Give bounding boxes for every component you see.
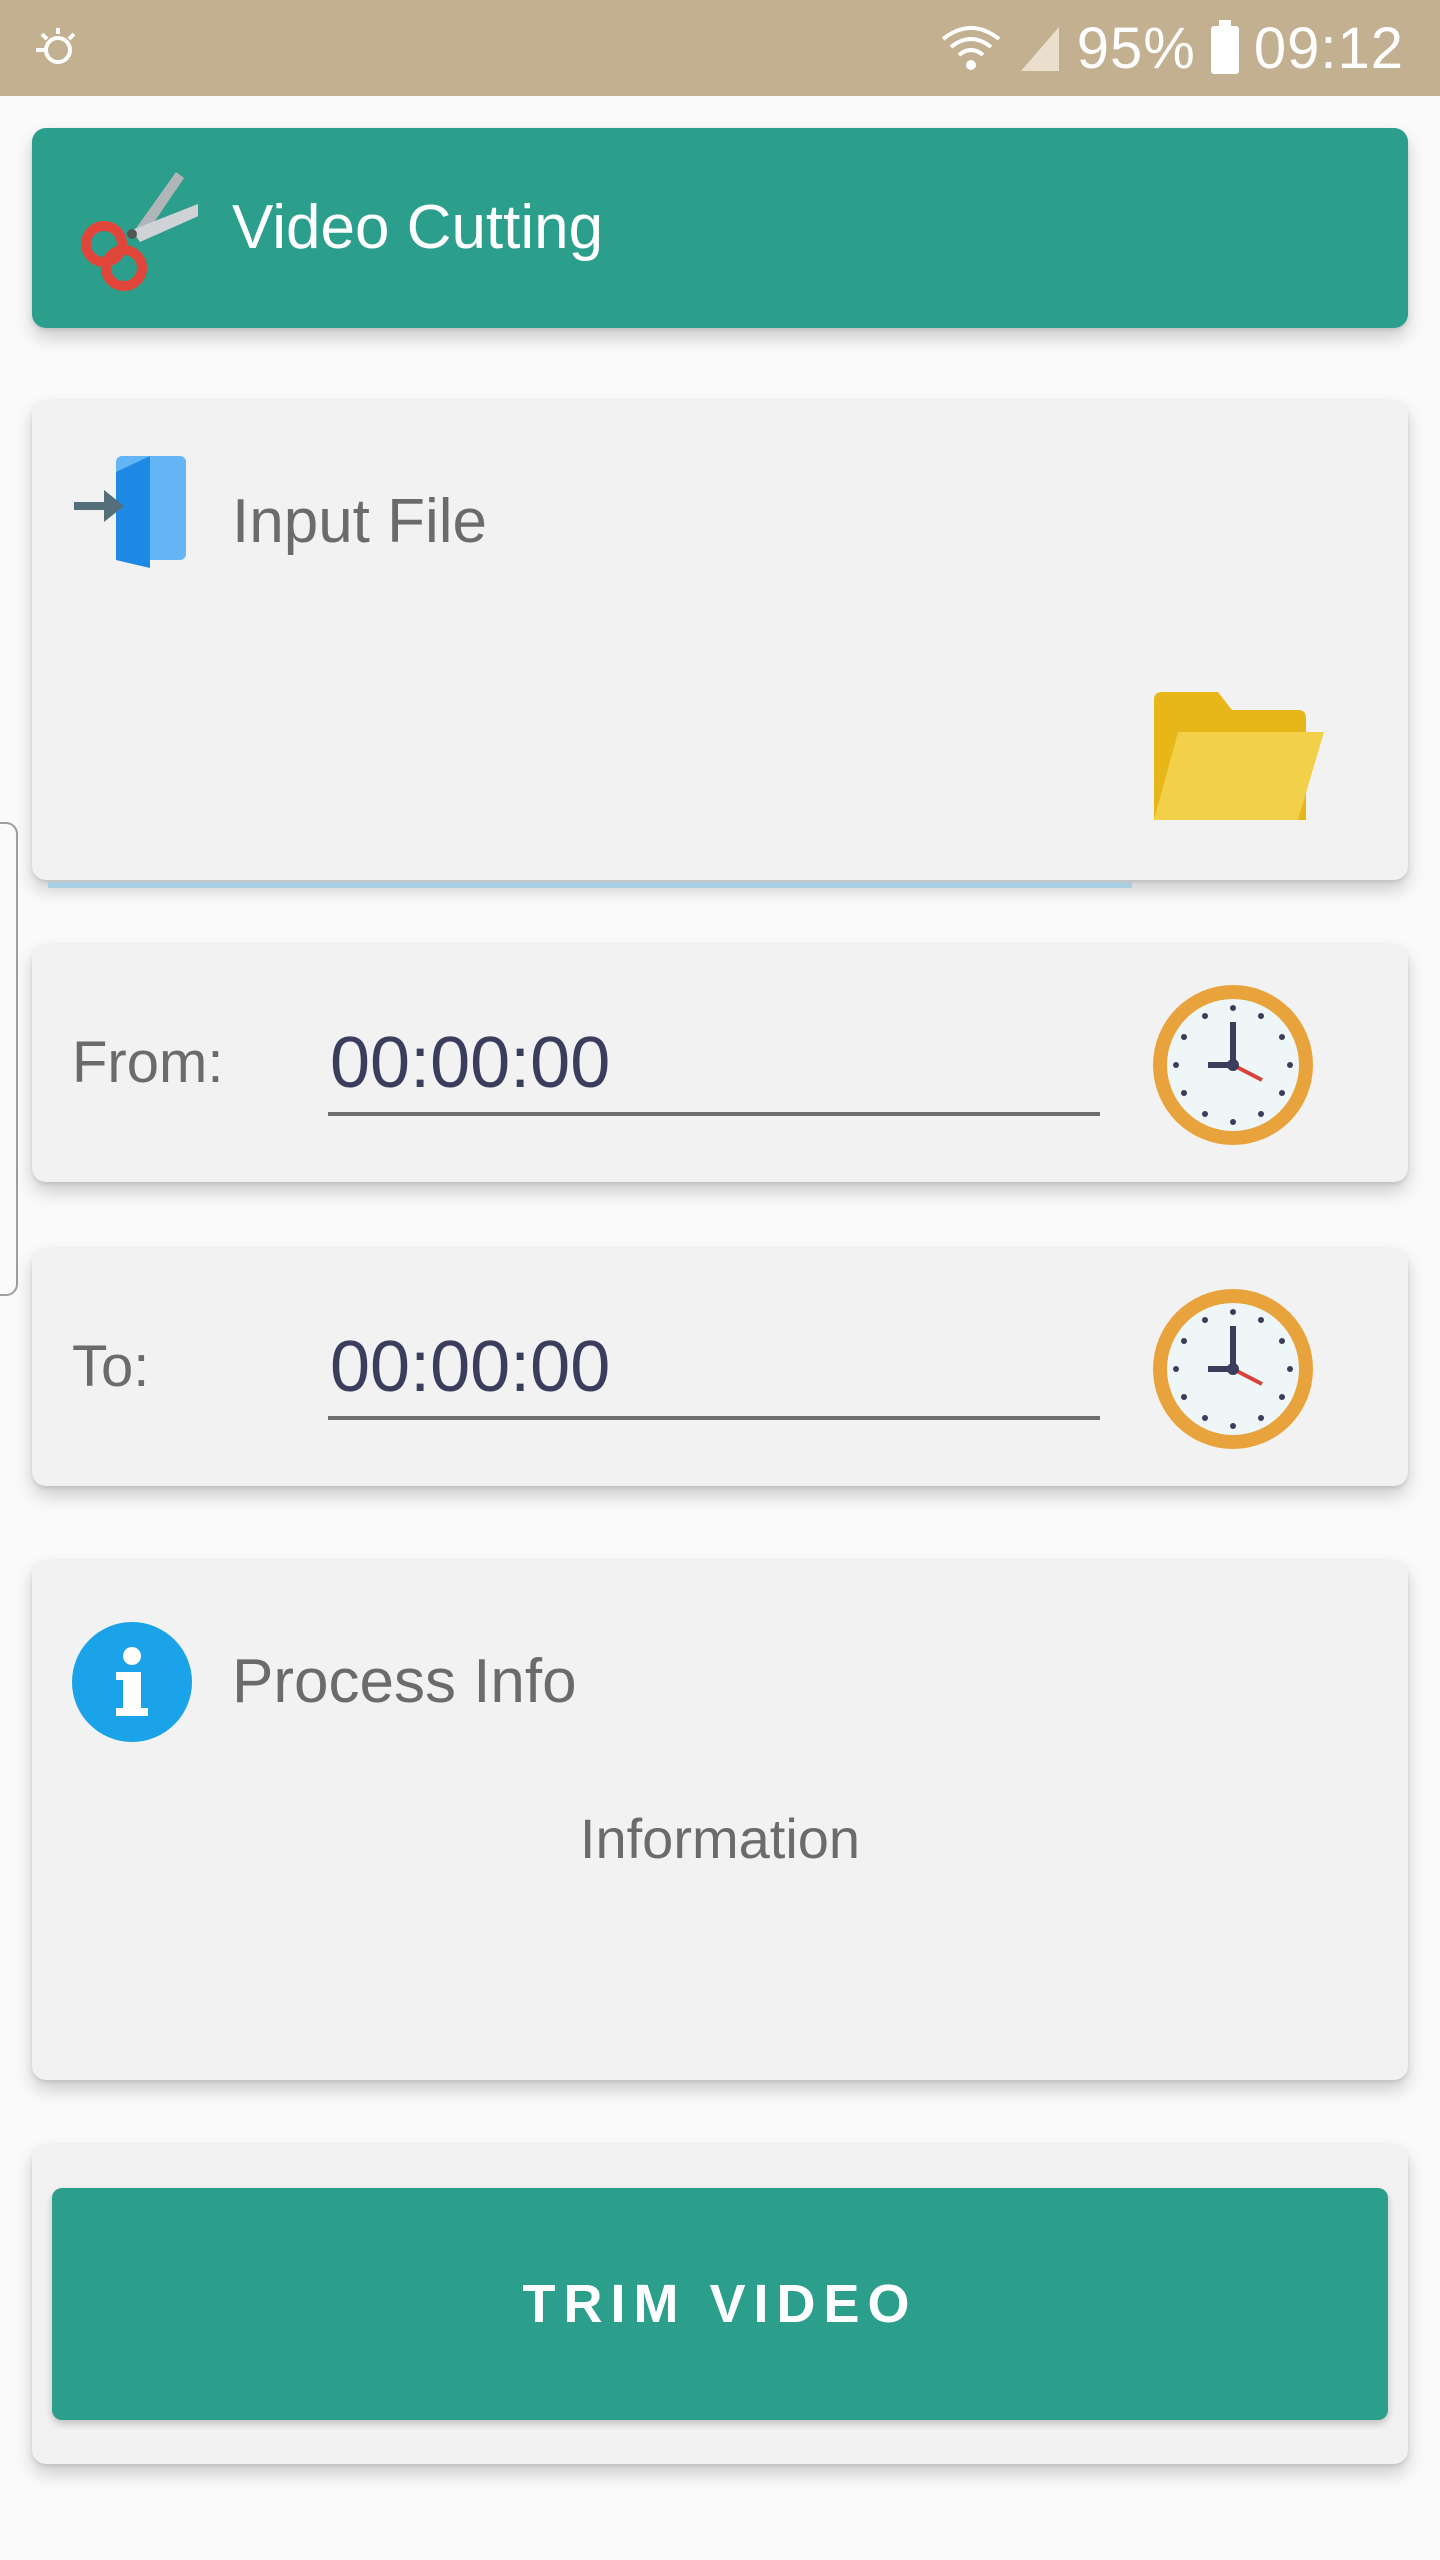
trim-video-button[interactable]: TRIM VIDEO — [52, 2188, 1388, 2420]
input-file-icon — [74, 456, 186, 568]
to-time-field[interactable] — [328, 1318, 1100, 1420]
input-file-card: Input File — [32, 400, 1408, 888]
from-card: From: — [32, 944, 1408, 1182]
status-bar: 95% 09:12 — [0, 0, 1440, 96]
to-card: To: — [32, 1248, 1408, 1486]
process-info-text: Information — [579, 1807, 861, 1870]
input-file-title: Input File — [232, 487, 488, 556]
wifi-icon — [941, 26, 1000, 70]
scissors-icon — [81, 172, 198, 291]
process-info-card: Process Info Information — [32, 1560, 1408, 2080]
clock-icon[interactable] — [1148, 980, 1318, 1150]
clock-icon[interactable] — [1148, 1284, 1318, 1454]
clock-time: 09:12 — [1253, 15, 1404, 81]
folder-icon[interactable] — [1148, 680, 1328, 840]
process-info-title: Process Info — [232, 1647, 577, 1716]
app-title: Video Cutting — [232, 193, 604, 262]
from-time-field[interactable] — [328, 1014, 1100, 1116]
to-label: To: — [72, 1334, 150, 1399]
notification-icon — [36, 28, 76, 64]
from-label: From: — [72, 1030, 224, 1095]
edge-handle[interactable] — [0, 822, 18, 1296]
battery-percent: 95% — [1076, 15, 1196, 81]
battery-icon — [1210, 20, 1239, 74]
signal-icon — [1020, 27, 1059, 71]
app-header: Video Cutting — [32, 128, 1408, 328]
info-icon — [72, 1622, 192, 1742]
trim-button-card: TRIM VIDEO — [32, 2144, 1408, 2464]
input-file-field[interactable] — [48, 820, 1132, 888]
